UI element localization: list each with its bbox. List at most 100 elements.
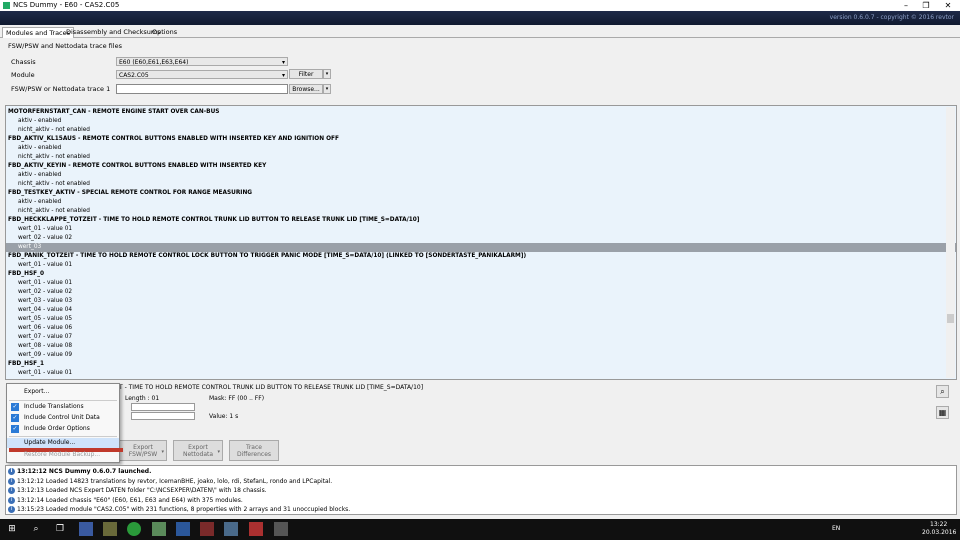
- log-line: i 13:12:13 Loaded NCS Expert DATEN folder…: [8, 486, 267, 495]
- export-nettodata-button[interactable]: Export Nettodata ▾: [173, 440, 223, 461]
- fsw-group-label: FSW/PSW and Nettodata trace files: [8, 42, 122, 50]
- check-icon: ✓: [11, 403, 19, 411]
- chassis-label: Chassis: [11, 58, 36, 66]
- scrollbar-thumb[interactable]: [947, 314, 954, 323]
- menu-item-export[interactable]: Export...: [7, 387, 119, 397]
- tree-option-row[interactable]: wert_03 - value 03: [6, 297, 956, 306]
- clock-date[interactable]: 20.03.2016: [922, 529, 956, 536]
- maximize-button[interactable]: ❐: [918, 0, 934, 11]
- menu-item-include-translations[interactable]: ✓ Include Translations: [7, 402, 119, 412]
- tree-option-row[interactable]: nicht_aktiv - not enabled: [6, 180, 956, 189]
- grid-icon[interactable]: ▦: [936, 406, 949, 419]
- info-icon: i: [8, 487, 15, 494]
- tree-option-row[interactable]: nicht_aktiv - not enabled: [6, 153, 956, 162]
- header-banner: version 0.6.0.7 - copyright © 2016 revto…: [0, 11, 960, 25]
- taskbar: ⊞ ⌕ ❐ EN 13:22 20.03.2016: [0, 519, 960, 540]
- tree-option-row[interactable]: wert_01 - value 01: [6, 369, 956, 378]
- tree-function-row[interactable]: FBD_TESTKEY_AKTIV - SPECIAL REMOTE CONTR…: [6, 189, 948, 198]
- search-icon[interactable]: ⌕: [29, 522, 43, 536]
- tree-option-row[interactable]: wert_02 - value 02: [6, 234, 956, 243]
- tree-function-row[interactable]: FBD_HSF_1: [6, 360, 948, 369]
- value-input-1[interactable]: [131, 403, 195, 411]
- export-fsw-psw-button[interactable]: Export FSW/PSW ▾: [119, 440, 167, 461]
- chevron-down-icon: ▾: [217, 449, 220, 455]
- calculator-icon[interactable]: [274, 522, 288, 536]
- tree-option-row[interactable]: wert_06 - value 06: [6, 324, 956, 333]
- tree-option-row[interactable]: wert_02 - value 02: [6, 288, 956, 297]
- mask-label: Mask: FF (00 .. FF): [209, 395, 265, 402]
- browse-dropdown-button[interactable]: ▾: [323, 84, 331, 94]
- taskbar-app-icon[interactable]: [79, 522, 93, 536]
- language-indicator[interactable]: EN: [832, 525, 840, 532]
- tree-option-row[interactable]: nicht_aktiv - not enabled: [6, 207, 956, 216]
- close-button[interactable]: ✕: [940, 0, 956, 11]
- length-label: Length : 01: [125, 395, 160, 402]
- filter-button[interactable]: Filter: [289, 69, 323, 79]
- taskbar-app-icon[interactable]: [152, 522, 166, 536]
- menu-item-update-module[interactable]: Update Module...: [7, 438, 119, 448]
- menu-item-include-order-options[interactable]: ✓ Include Order Options: [7, 424, 119, 434]
- task-view-icon[interactable]: ❐: [53, 522, 67, 536]
- tree-option-row[interactable]: wert_09 - value 09: [6, 351, 956, 360]
- info-icon: i: [8, 506, 15, 513]
- browse-button[interactable]: Browse...: [289, 84, 323, 94]
- tree-option-row[interactable]: nicht_aktiv - not enabled: [6, 126, 956, 135]
- tree-option-row[interactable]: wert_01 - value 01: [6, 225, 956, 234]
- taskbar-app-icon[interactable]: [200, 522, 214, 536]
- minimize-button[interactable]: –: [898, 0, 914, 11]
- tree-option-row[interactable]: aktiv - enabled: [6, 144, 956, 153]
- tree-option-row[interactable]: wert_05 - value 05: [6, 315, 956, 324]
- trace-diff-line2: Differences: [236, 451, 272, 458]
- tree-option-row[interactable]: wert_01 - value 01: [6, 261, 956, 270]
- search-icon[interactable]: ⌕: [936, 385, 949, 398]
- chassis-select[interactable]: E60 (E60,E61,E63,E64) ▾: [116, 57, 288, 66]
- taskbar-app-icon[interactable]: [224, 522, 238, 536]
- clock-time[interactable]: 13:22: [930, 521, 947, 528]
- menu-item-label: Include Control Unit Data: [24, 414, 100, 421]
- tree-function-row[interactable]: FBD_HSF_0: [6, 270, 948, 279]
- filter-dropdown-button[interactable]: ▾: [323, 69, 331, 79]
- tree-option-row[interactable]: wert_07 - value 07: [6, 333, 956, 342]
- tab-options[interactable]: Options: [149, 27, 180, 37]
- info-icon: i: [8, 496, 15, 504]
- tree-option-row[interactable]: aktiv - enabled: [6, 198, 956, 207]
- export-netto-line1: Export: [188, 444, 208, 451]
- app-icon: [3, 2, 10, 9]
- trace-differences-button[interactable]: Trace Differences: [229, 440, 279, 461]
- trace-diff-line1: Trace: [246, 444, 262, 451]
- tree-function-row[interactable]: FBD_AKTIV_KEYIN - REMOTE CONTROL BUTTONS…: [6, 162, 948, 171]
- tree-function-row[interactable]: FBD_AKTIV_KL15AUS - REMOTE CONTROL BUTTO…: [6, 135, 948, 144]
- tree-option-row[interactable]: wert_01 - value 01: [6, 279, 956, 288]
- value-input-2[interactable]: [131, 412, 195, 420]
- menu-item-restore-module-backup[interactable]: Restore Module Backup...: [7, 450, 119, 460]
- context-menu: Export... ✓ Include Translations ✓ Include…: [6, 383, 123, 463]
- tree-option-row[interactable]: wert_03: [6, 243, 956, 252]
- tree-option-row[interactable]: aktiv - enabled: [6, 117, 956, 126]
- tree-function-row[interactable]: FBD_HECKKLAPPE_TOTZEIT - TIME TO HOLD RE…: [6, 216, 948, 225]
- module-select[interactable]: CAS2.C05 ▾: [116, 70, 288, 79]
- trace-file-input[interactable]: [116, 84, 288, 94]
- check-icon: ✓: [11, 425, 19, 433]
- menu-item-include-control-unit-data[interactable]: ✓ Include Control Unit Data: [7, 413, 119, 423]
- tree-function-row[interactable]: FBD_PANIK_TOTZEIT - TIME TO HOLD REMOTE …: [6, 252, 948, 261]
- export-netto-line2: Nettodata: [182, 451, 214, 458]
- chevron-down-icon: ▾: [161, 449, 164, 455]
- chevron-down-icon: ▾: [281, 72, 285, 79]
- tree-scrollbar[interactable]: [946, 107, 955, 378]
- tree-option-row[interactable]: wert_04 - value 04: [6, 306, 956, 315]
- log-text: 13:12:14 Loaded chassis "E60" (E60, E61,…: [17, 496, 243, 504]
- module-value: CAS2.C05: [119, 72, 149, 79]
- taskbar-app-icon[interactable]: [127, 522, 141, 536]
- tree-option-row[interactable]: wert_08 - value 08: [6, 342, 956, 351]
- taskbar-app-icon[interactable]: [249, 522, 263, 536]
- tree-option-row[interactable]: aktiv - enabled: [6, 171, 956, 180]
- start-icon[interactable]: ⊞: [5, 522, 19, 536]
- info-icon: i: [8, 468, 15, 475]
- function-tree[interactable]: MOTORFERNSTART_CAN - REMOTE ENGINE START…: [5, 105, 957, 380]
- log-text: 13:12:13 Loaded NCS Expert DATEN folder …: [17, 487, 267, 494]
- taskbar-app-icon[interactable]: [103, 522, 117, 536]
- window-title: NCS Dummy - E60 - CAS2.C05: [13, 1, 120, 9]
- tree-function-row[interactable]: MOTORFERNSTART_CAN - REMOTE ENGINE START…: [6, 108, 948, 117]
- log-line: i 13:15:23 Loaded module "CAS2.C05" with …: [8, 505, 350, 514]
- taskbar-app-icon[interactable]: [176, 522, 190, 536]
